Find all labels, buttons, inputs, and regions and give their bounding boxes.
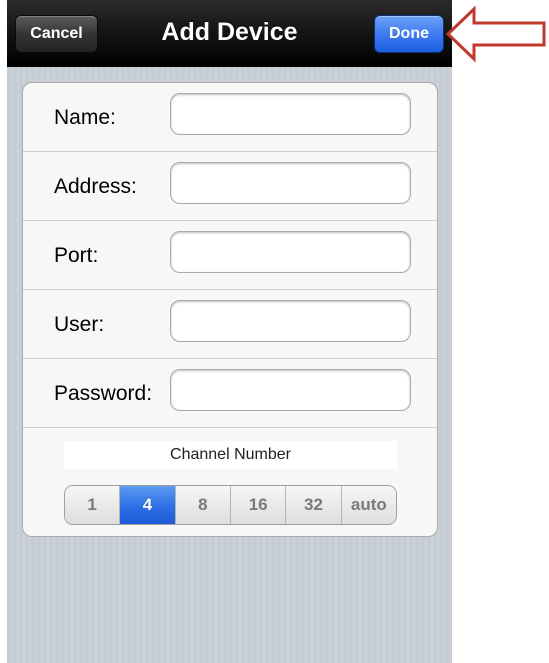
channel-option-1[interactable]: 1: [65, 486, 121, 524]
channel-option-8[interactable]: 8: [175, 486, 231, 524]
name-field[interactable]: [170, 93, 411, 135]
channel-option-16[interactable]: 16: [230, 486, 287, 524]
name-row: Name:: [23, 83, 437, 152]
address-label: Address:: [54, 175, 137, 198]
channel-number-segmented-control: 1 4 8 16 32 auto: [64, 485, 397, 525]
name-label: Name:: [54, 106, 116, 129]
password-field[interactable]: [170, 369, 411, 411]
port-label: Port:: [54, 244, 99, 267]
address-field[interactable]: [170, 162, 411, 204]
done-button[interactable]: Done: [374, 15, 444, 53]
user-label: User:: [54, 313, 105, 336]
arrow-left-icon: [445, 5, 546, 63]
phone-screen: Cancel Add Device Done Name: Address: Po…: [7, 0, 452, 663]
port-field[interactable]: [170, 231, 411, 273]
channel-number-label: Channel Number: [64, 441, 397, 469]
password-row: Password:: [23, 359, 437, 428]
address-row: Address:: [23, 152, 437, 221]
channel-option-auto[interactable]: auto: [341, 486, 396, 524]
user-row: User:: [23, 290, 437, 359]
password-label: Password:: [54, 382, 153, 405]
user-field[interactable]: [170, 300, 411, 342]
navigation-bar: Cancel Add Device Done: [7, 0, 452, 67]
channel-option-4[interactable]: 4: [120, 486, 176, 524]
port-row: Port:: [23, 221, 437, 290]
channel-option-32[interactable]: 32: [286, 486, 342, 524]
device-form: Name: Address: Port: User: Password: Cha…: [22, 82, 438, 537]
